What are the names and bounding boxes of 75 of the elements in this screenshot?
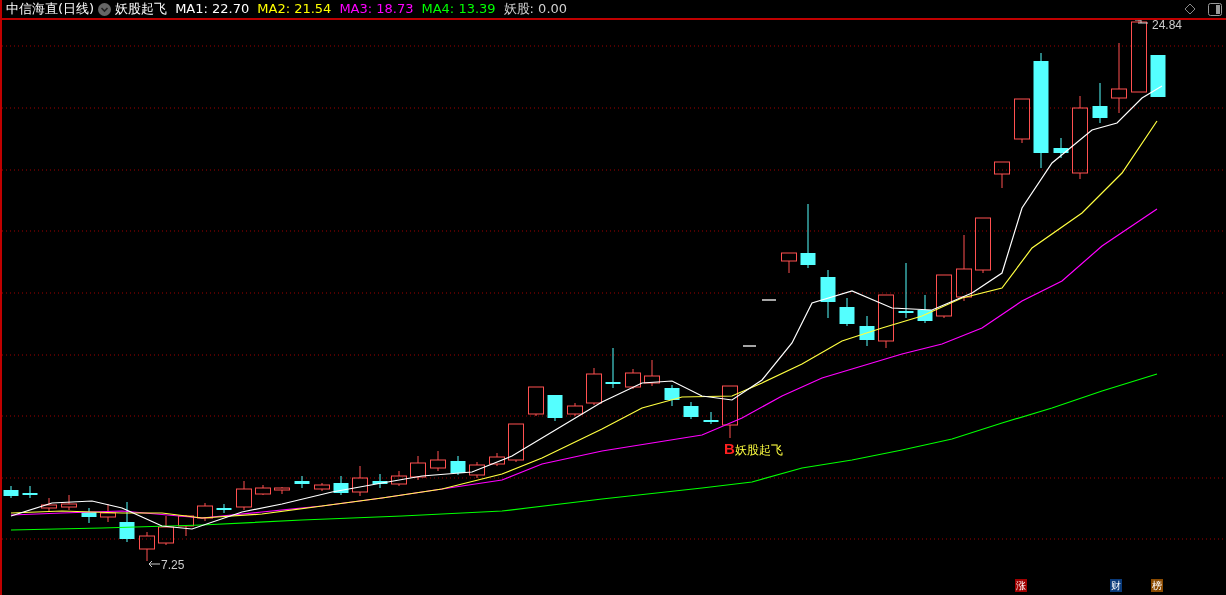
- candlestick: [936, 274, 952, 319]
- buy-signal-label: 妖股起飞: [734, 444, 783, 456]
- footer-badge[interactable]: 榜: [1151, 579, 1163, 592]
- candlestick: [781, 252, 797, 274]
- candlestick: [294, 475, 310, 489]
- candlestick: [255, 484, 271, 496]
- candlestick: [683, 401, 699, 420]
- candlestick: [820, 269, 836, 319]
- candlestick: [878, 294, 894, 349]
- candlestick: [528, 386, 544, 417]
- candlestick: [1092, 82, 1108, 124]
- candlestick: [1053, 137, 1069, 159]
- indicator-value: 妖股: 0.00: [503, 0, 568, 19]
- candlestick: [664, 384, 680, 407]
- candlestick: [994, 161, 1010, 189]
- high-price-label: 24.84: [1152, 19, 1183, 31]
- indicator-name: 妖股起飞: [115, 0, 168, 19]
- candlestick: [975, 217, 991, 274]
- candlestick: [430, 450, 446, 472]
- candlestick: [22, 485, 38, 499]
- candlestick: [450, 455, 466, 476]
- candlestick: [956, 234, 972, 302]
- candlestick: [1014, 98, 1030, 144]
- candlestick: [917, 294, 933, 324]
- candlestick: [410, 455, 426, 481]
- footer-badge[interactable]: 财: [1110, 579, 1122, 592]
- candlestick: [469, 461, 485, 479]
- candlestick: [352, 465, 368, 497]
- candlestick: [274, 486, 290, 495]
- candlestick: [236, 480, 252, 511]
- candlestick: [1111, 42, 1127, 114]
- candlestick: [119, 501, 135, 543]
- candlestick: [625, 368, 641, 390]
- candlestick: [508, 423, 524, 463]
- candlestick: [100, 503, 116, 523]
- candlestick: [489, 452, 505, 467]
- candlestick: [314, 482, 330, 492]
- candlestick: [703, 411, 719, 425]
- candlestick: [61, 494, 77, 511]
- candlestick: [197, 502, 213, 522]
- indicator-value: MA2: 21.54: [257, 0, 332, 19]
- dash-mark: [742, 345, 757, 347]
- footer-badge[interactable]: 涨: [1015, 579, 1027, 592]
- low-arrow-icon: [148, 560, 161, 568]
- low-price-label: 7.25: [161, 559, 185, 571]
- dropdown-icon[interactable]: [98, 2, 112, 16]
- candlestick: [722, 385, 738, 439]
- candlestick: [605, 347, 621, 389]
- candlestick: [81, 507, 97, 524]
- candlestick: [178, 514, 194, 537]
- candlestick: [800, 203, 816, 269]
- buy-signal-letter: B: [724, 441, 735, 456]
- candlestick: [898, 262, 914, 319]
- candlestick: [333, 475, 349, 496]
- candlestick: [158, 515, 174, 546]
- indicator-value: MA3: 18.73: [339, 0, 414, 19]
- chart-title: 中信海直(日线): [6, 0, 95, 19]
- candlestick: [586, 367, 602, 406]
- dash-mark: [761, 299, 777, 301]
- candlestick: [839, 297, 855, 327]
- candlestick: [139, 531, 155, 562]
- candlestick: [547, 394, 563, 422]
- indicator-value: MA4: 13.39: [421, 0, 496, 19]
- candlestick: [391, 470, 407, 487]
- candlestick: [3, 485, 19, 499]
- candlestick: [644, 359, 660, 387]
- candlestick: [216, 503, 232, 514]
- candlestick: [1150, 54, 1166, 98]
- candlestick: [859, 315, 875, 347]
- panel-toggle-icon[interactable]: [1208, 2, 1222, 16]
- candlestick: [41, 497, 57, 513]
- diamond-icon[interactable]: [1184, 3, 1196, 15]
- candlestick: [567, 402, 583, 417]
- indicator-value: MA1: 22.70: [175, 0, 250, 19]
- candlestick: [372, 473, 388, 489]
